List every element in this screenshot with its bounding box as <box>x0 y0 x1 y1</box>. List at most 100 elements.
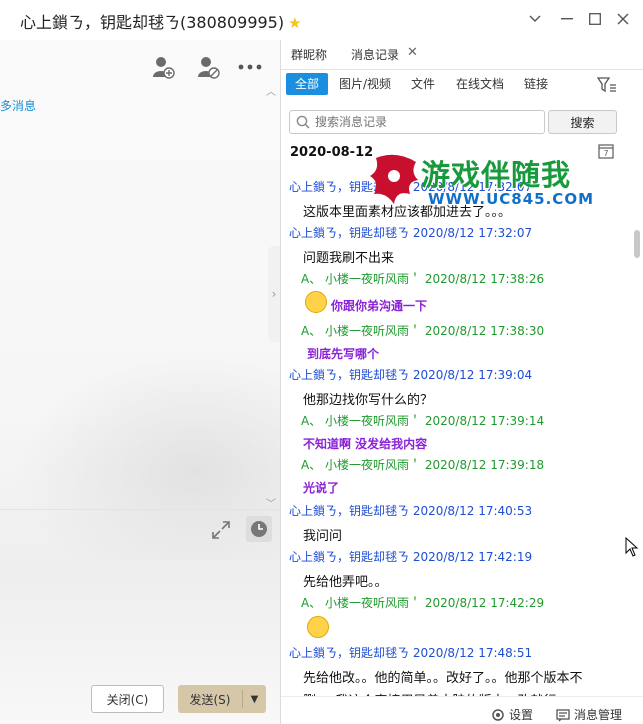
message-text: 先给他改。。他的简单。。改好了。。他那个版本不 <box>303 671 583 686</box>
message-text: 我问问 <box>303 529 343 544</box>
message-text: 光说了 <box>303 481 340 495</box>
date-header: 2020-08-12 <box>290 145 374 160</box>
message-header: 心上鎖ㄋ，钥匙却毬ㄋ 2020/8/12 17:32:07 <box>289 224 532 241</box>
maximize-icon[interactable] <box>584 8 606 30</box>
message-time: 2020/8/12 17:39:14 <box>424 414 545 428</box>
search-input[interactable] <box>315 115 525 129</box>
more-options-icon[interactable] <box>237 54 263 80</box>
watermark-text: 游戏伴随我 <box>421 158 572 192</box>
filter-links[interactable]: 链接 <box>518 73 554 95</box>
mouse-cursor-icon <box>625 536 639 557</box>
history-filters: 全部 图片/视频 文件 在线文档 链接 <box>281 73 643 97</box>
laughing-emoji-icon <box>307 616 329 638</box>
message-sender: A、 小楼一夜听风雨＇ <box>301 596 422 610</box>
message-sender: 心上鎖ㄋ，钥匙却毬ㄋ <box>289 504 410 518</box>
settings-gear-icon <box>492 708 504 721</box>
message-sender: A、 小楼一夜听风雨＇ <box>301 272 422 286</box>
message-list: 心上鎖ㄋ，钥匙却毬ㄋ 2020/8/12 17:32:07 这版本里面素材应该都… <box>281 168 631 698</box>
settings-link[interactable]: 设置 <box>491 706 533 723</box>
message-time: 2020/8/12 17:32:07 <box>412 226 533 240</box>
tab-message-history[interactable]: 消息记录 <box>351 46 399 63</box>
message-header: 心上鎖ㄋ，钥匙却毬ㄋ 2020/8/12 17:42:19 <box>289 548 532 565</box>
watermark: 游戏伴随我 WWW.UC845.COM <box>366 150 606 220</box>
minimize-icon[interactable] <box>556 8 578 30</box>
window-title-text: 心上鎖ㄋ，钥匙却毬ㄋ(380809995) <box>20 13 285 32</box>
filter-online-docs[interactable]: 在线文档 <box>450 73 510 95</box>
message-header: A、 小楼一夜听风雨＇ 2020/8/12 17:39:18 <box>301 456 544 473</box>
message-time: 2020/8/12 17:40:53 <box>412 504 533 518</box>
message-time: 2020/8/12 17:39:18 <box>424 458 545 472</box>
message-time: 2020/8/12 17:42:29 <box>424 596 545 610</box>
history-footer: 设置 消息管理 <box>281 696 643 724</box>
chat-area: 多消息 ︿ › ﹀ 关闭(C) 发送(S) ▼ <box>0 40 280 724</box>
message-time: 2020/8/12 17:42:19 <box>412 550 533 564</box>
chat-window: 心上鎖ㄋ，钥匙却毬ㄋ(380809995) ★ 多消息 ︿ › ﹀ 关闭(C) … <box>0 0 643 724</box>
message-time: 2020/8/12 17:48:51 <box>412 646 533 660</box>
message-header: 心上鎖ㄋ，钥匙却毬ㄋ 2020/8/12 17:39:04 <box>289 366 532 383</box>
message-text: 他那边找你写什么的？ <box>303 393 434 408</box>
star-icon[interactable]: ★ <box>288 14 301 32</box>
filter-files[interactable]: 文件 <box>405 73 441 95</box>
add-member-icon[interactable] <box>150 54 176 80</box>
remove-member-icon[interactable] <box>195 54 221 80</box>
message-sender: 心上鎖ㄋ，钥匙却毬ㄋ <box>289 646 410 660</box>
clock-icon <box>251 521 267 537</box>
crying-emoji-icon <box>305 291 327 313</box>
chevron-up-icon[interactable]: ︿ <box>266 83 276 98</box>
window-title: 心上鎖ㄋ，钥匙却毬ㄋ(380809995) ★ <box>20 9 302 33</box>
send-options-chevron-icon[interactable]: ▼ <box>243 694 266 705</box>
expand-editor-icon[interactable] <box>211 520 231 540</box>
watermark-logo-icon <box>370 154 418 204</box>
title-bar: 心上鎖ㄋ，钥匙却毬ㄋ(380809995) ★ <box>0 0 643 40</box>
message-sender: 心上鎖ㄋ，钥匙却毬ㄋ <box>289 368 410 382</box>
history-clock-button[interactable] <box>246 516 272 542</box>
message-sender: A、 小楼一夜听风雨＇ <box>301 414 422 428</box>
close-button[interactable]: 关闭(C) <box>91 685 164 713</box>
message-header: 心上鎖ㄋ，钥匙却毬ㄋ 2020/8/12 17:48:51 <box>289 644 532 661</box>
history-panel: 群昵称 消息记录 ✕ 全部 图片/视频 文件 在线文档 链接 搜索 2020-0… <box>281 40 643 724</box>
message-header: A、 小楼一夜听风雨＇ 2020/8/12 17:42:29 <box>301 594 544 611</box>
message-header: A、 小楼一夜听风雨＇ 2020/8/12 17:38:30 <box>301 322 544 339</box>
search-box[interactable] <box>289 110 545 134</box>
send-button-label: 发送(S) <box>189 692 231 707</box>
panel-tabs: 群昵称 消息记录 ✕ <box>281 40 643 70</box>
message-header: 心上鎖ㄋ，钥匙却毬ㄋ 2020/8/12 17:40:53 <box>289 502 532 519</box>
message-sender: 心上鎖ㄋ，钥匙却毬ㄋ <box>289 226 410 240</box>
message-time: 2020/8/12 17:38:26 <box>424 272 545 286</box>
message-text: 先给他弄吧。。 <box>303 575 388 590</box>
chevron-down-icon[interactable] <box>524 8 546 30</box>
scrollbar[interactable] <box>633 168 641 698</box>
send-button[interactable]: 发送(S) ▼ <box>178 685 266 713</box>
search-icon <box>296 115 310 129</box>
tab-close-icon[interactable]: ✕ <box>407 45 418 60</box>
message-sender: 心上鎖ㄋ，钥匙却毬ㄋ <box>289 550 410 564</box>
input-divider <box>0 509 280 510</box>
message-manager-label: 消息管理 <box>574 708 623 722</box>
message-time: 2020/8/12 17:39:04 <box>412 368 533 382</box>
filter-funnel-icon[interactable] <box>596 76 617 94</box>
message-manager-link[interactable]: 消息管理 <box>556 706 622 723</box>
background-mist <box>0 340 280 560</box>
message-header: A、 小楼一夜听风雨＇ 2020/8/12 17:39:14 <box>301 412 544 429</box>
filter-all[interactable]: 全部 <box>286 73 329 95</box>
side-expand-handle[interactable]: › <box>268 246 280 342</box>
scrollbar-thumb[interactable] <box>634 230 640 258</box>
message-manager-icon <box>556 708 570 721</box>
message-text: 到底先写哪个 <box>307 347 380 361</box>
settings-label: 设置 <box>509 708 534 722</box>
watermark-url: WWW.UC845.COM <box>428 190 594 208</box>
search-button[interactable]: 搜索 <box>548 110 617 134</box>
tab-group-nickname[interactable]: 群昵称 <box>291 46 327 63</box>
message-header: A、 小楼一夜听风雨＇ 2020/8/12 17:38:26 <box>301 270 544 287</box>
chevron-down-small-icon[interactable]: ﹀ <box>266 495 276 510</box>
more-messages-link[interactable]: 多消息 <box>0 97 36 114</box>
close-icon[interactable] <box>612 8 634 30</box>
message-text: 你跟你弟沟通一下 <box>331 299 428 313</box>
message-time: 2020/8/12 17:38:30 <box>424 324 545 338</box>
filter-images-videos[interactable]: 图片/视频 <box>333 73 397 95</box>
chevron-right-icon: › <box>271 287 277 301</box>
message-text: 不知道啊 没发给我内容 <box>303 437 428 451</box>
message-sender: A、 小楼一夜听风雨＇ <box>301 324 422 338</box>
message-text: 问题我刷不出来 <box>303 251 395 266</box>
message-sender: A、 小楼一夜听风雨＇ <box>301 458 422 472</box>
